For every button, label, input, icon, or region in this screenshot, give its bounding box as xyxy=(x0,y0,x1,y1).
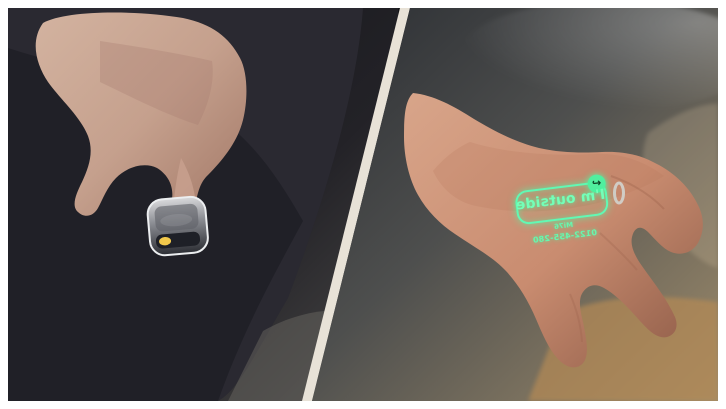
projected-message-mirrored: ↩ I'm outside Mi76 0122-455-280 xyxy=(504,173,622,263)
projected-message: ↩ I'm outside Mi76 0122-455-280 xyxy=(504,173,622,263)
wearable-device xyxy=(146,195,209,257)
message-text: I'm outside xyxy=(514,186,607,214)
photo-frame: ↩ I'm outside Mi76 0122-455-280 xyxy=(8,8,718,401)
